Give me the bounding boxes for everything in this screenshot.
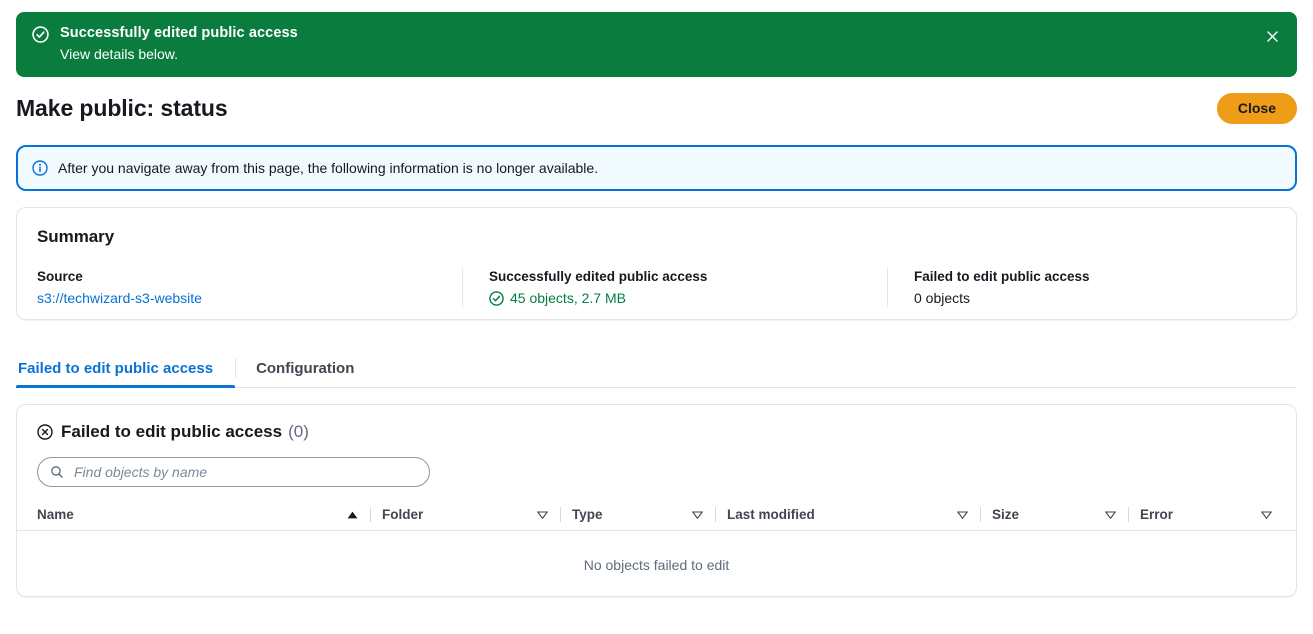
page-header: Make public: status Close — [16, 88, 1297, 128]
close-icon[interactable] — [1261, 25, 1283, 47]
column-label: Name — [37, 507, 74, 522]
check-circle-icon — [489, 290, 504, 306]
success-flash-banner: Successfully edited public access View d… — [16, 12, 1297, 77]
tab-bar: Failed to edit public access Configurati… — [16, 349, 1297, 388]
search-input[interactable] — [72, 463, 417, 481]
sort-descending-icon[interactable] — [690, 510, 704, 519]
page-root: Successfully edited public access View d… — [0, 0, 1313, 634]
sort-descending-icon[interactable] — [535, 510, 549, 519]
column-header-size[interactable]: Size — [992, 500, 1140, 531]
summary-label: Successfully edited public access — [489, 269, 708, 284]
column-header-name[interactable]: Name — [17, 500, 382, 531]
failed-objects-table: Name Folder Type Last modified Size Erro… — [17, 500, 1296, 573]
column-label: Last modified — [727, 507, 815, 522]
column-divider — [715, 507, 716, 522]
info-alert: After you navigate away from this page, … — [16, 145, 1297, 191]
column-header-type[interactable]: Type — [572, 500, 727, 531]
empty-state-message: No objects failed to edit — [583, 557, 730, 573]
failed-objects-panel: Failed to edit public access (0) Find ob… — [16, 404, 1297, 597]
panel-title-row: Failed to edit public access (0) — [37, 421, 1276, 443]
summary-label: Source — [37, 269, 83, 284]
sort-ascending-icon[interactable] — [345, 511, 359, 519]
succeeded-objects-count: 45 objects, 2.7 MB — [510, 290, 626, 306]
summary-card: Summary Source s3://techwizard-s3-websit… — [16, 207, 1297, 320]
flash-title: Successfully edited public access — [60, 25, 298, 41]
source-bucket-link[interactable]: s3://techwizard-s3-website — [37, 289, 202, 307]
sort-descending-icon[interactable] — [1259, 510, 1273, 519]
summary-value: s3://techwizard-s3-website — [37, 289, 462, 307]
column-label: Folder — [382, 507, 424, 522]
summary-column-succeeded: Successfully edited public access 45 obj… — [462, 268, 887, 307]
search-row — [37, 457, 1276, 487]
column-divider — [560, 507, 561, 522]
column-header-error[interactable]: Error — [1140, 500, 1296, 531]
failed-objects-count: 0 objects — [914, 290, 971, 306]
panel-count: (0) — [288, 422, 309, 441]
check-circle-icon — [32, 26, 49, 48]
search-icon — [50, 465, 64, 479]
close-button[interactable]: Close — [1216, 92, 1297, 124]
column-divider — [1284, 507, 1285, 522]
summary-column-source: Source s3://techwizard-s3-website — [37, 268, 462, 307]
info-alert-text: After you navigate away from this page, … — [58, 160, 599, 176]
search-container[interactable] — [37, 457, 430, 487]
summary-columns: Source s3://techwizard-s3-website Succes… — [37, 268, 1276, 307]
summary-column-failed: Failed to edit public access 0 objects — [887, 268, 1267, 307]
column-divider — [980, 507, 981, 522]
panel-title: Failed to edit public access — [61, 422, 283, 441]
panel-header: Failed to edit public access (0) — [17, 405, 1296, 487]
sort-descending-icon[interactable] — [955, 510, 969, 519]
sort-descending-icon[interactable] — [1103, 510, 1117, 519]
summary-value: 0 objects — [914, 289, 1267, 307]
error-circle-icon — [37, 424, 53, 440]
summary-heading: Summary — [37, 227, 115, 246]
column-header-last-modified[interactable]: Last modified — [727, 500, 992, 531]
summary-value: 45 objects, 2.7 MB — [489, 289, 887, 307]
page-title: Make public: status — [16, 95, 228, 121]
column-divider — [1128, 507, 1129, 522]
column-divider — [370, 507, 371, 522]
summary-label: Failed to edit public access — [914, 269, 1090, 284]
column-label: Error — [1140, 507, 1174, 522]
column-header-folder[interactable]: Folder — [382, 500, 572, 531]
info-circle-icon — [32, 160, 48, 176]
column-label: Type — [572, 507, 603, 522]
table-body: No objects failed to edit — [17, 531, 1296, 573]
flash-subtitle: View details below. — [60, 46, 179, 62]
table-header: Name Folder Type Last modified Size Erro… — [17, 500, 1296, 531]
empty-state-row: No objects failed to edit — [17, 531, 1296, 573]
flash-text-group: Successfully edited public access View d… — [60, 24, 1261, 63]
tab-failed-to-edit-public-access[interactable]: Failed to edit public access — [16, 349, 236, 388]
table-header-row: Name Folder Type Last modified Size Erro… — [17, 500, 1296, 531]
tab-configuration[interactable]: Configuration — [236, 349, 374, 387]
column-label: Size — [992, 507, 1020, 522]
